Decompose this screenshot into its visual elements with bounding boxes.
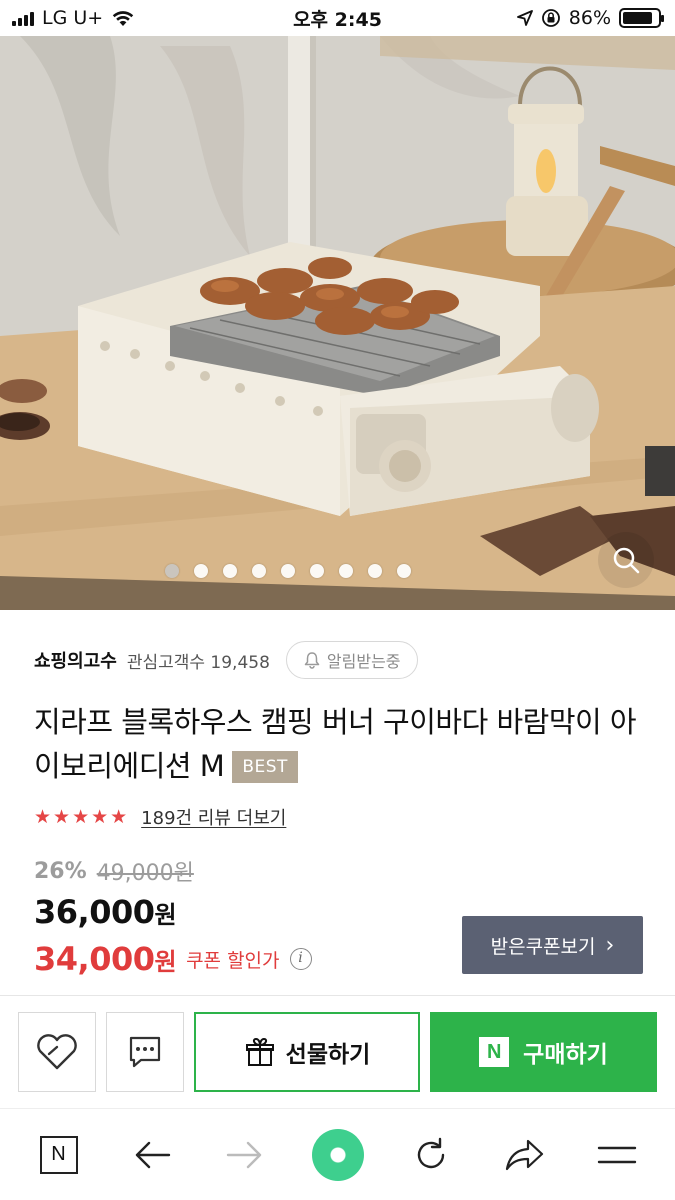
browser-toolbar: N xyxy=(0,1108,675,1200)
divider xyxy=(0,995,675,996)
forward-button[interactable] xyxy=(217,1127,273,1183)
talk-button[interactable] xyxy=(106,1012,184,1092)
share-icon xyxy=(505,1139,543,1170)
signal-icon xyxy=(12,10,34,26)
carousel-dot[interactable] xyxy=(251,564,266,578)
menu-button[interactable] xyxy=(589,1127,645,1183)
star-rating: ★★★★★ xyxy=(34,806,130,828)
notify-label: 알림받는중 xyxy=(326,652,401,671)
coupon-price-amount: 34,000 xyxy=(34,940,155,978)
follower-count: 관심고객수 19,458 xyxy=(126,652,270,673)
buy-button[interactable]: N 구매하기 xyxy=(430,1012,657,1092)
sale-price-unit: 원 xyxy=(154,901,177,929)
product-photo xyxy=(0,36,675,610)
sale-price-amount: 36,000 xyxy=(34,893,155,931)
carousel-dot[interactable] xyxy=(164,564,179,578)
carousel-dot[interactable] xyxy=(396,564,411,578)
wifi-icon xyxy=(112,11,134,26)
notify-button[interactable]: 알림받는중 xyxy=(285,641,418,679)
wishlist-button[interactable] xyxy=(18,1012,96,1092)
location-icon xyxy=(516,10,533,26)
battery-fill xyxy=(623,12,653,24)
naver-n-icon: N xyxy=(479,1037,510,1067)
magnifier-icon xyxy=(613,547,640,574)
coupon-price-unit: 원 xyxy=(154,948,177,976)
rotation-lock-icon xyxy=(541,9,560,27)
review-link[interactable]: 189건 리뷰 더보기 xyxy=(141,804,286,830)
refresh-icon xyxy=(417,1137,444,1168)
status-left: LG U+ xyxy=(12,7,135,29)
gift-icon xyxy=(245,1037,274,1066)
product-image-carousel[interactable] xyxy=(0,36,675,610)
refresh-button[interactable] xyxy=(403,1127,459,1183)
n-home-icon: N xyxy=(39,1135,78,1174)
rating-row: ★★★★★ 189건 리뷰 더보기 xyxy=(34,802,286,832)
discount-rate: 26% xyxy=(34,858,87,884)
carousel-dot[interactable] xyxy=(222,564,237,578)
back-arrow-icon xyxy=(135,1141,170,1168)
n-home-button[interactable]: N xyxy=(31,1127,87,1183)
zoom-button[interactable] xyxy=(598,532,654,588)
heart-icon xyxy=(37,1034,77,1070)
carrier-label: LG U+ xyxy=(42,7,104,29)
menu-icon xyxy=(597,1146,636,1163)
original-price: 49,000원 xyxy=(96,861,194,886)
back-button[interactable] xyxy=(124,1127,180,1183)
store-name-link[interactable]: 쇼핑의고수 xyxy=(34,647,117,673)
store-row: 쇼핑의고수 관심고객수 19,458 알림받는중 xyxy=(34,640,641,680)
gift-button[interactable]: 선물하기 xyxy=(194,1012,420,1092)
coupon-price: 34,000원 xyxy=(34,940,177,978)
product-title: 지라프 블록하우스 캠핑 버너 구이바다 바람막이 아이보리에디션 M BEST xyxy=(34,700,644,788)
green-ball-icon xyxy=(311,1128,364,1181)
forward-arrow-icon xyxy=(226,1141,261,1168)
gift-label: 선물하기 xyxy=(285,1042,371,1068)
view-coupons-label: 받은쿠폰보기 xyxy=(490,935,596,958)
coupon-price-row: 34,000원 쿠폰 할인가 i xyxy=(34,940,312,978)
carousel-dot[interactable] xyxy=(280,564,295,578)
share-button[interactable] xyxy=(496,1127,552,1183)
carousel-dot[interactable] xyxy=(338,564,353,578)
status-right: 86% xyxy=(516,7,664,29)
buy-label: 구매하기 xyxy=(523,1042,608,1068)
carousel-dot[interactable] xyxy=(309,564,324,578)
status-bar: LG U+ 오후 2:45 86% xyxy=(0,0,675,36)
battery-percent: 86% xyxy=(568,7,611,29)
discount-row: 26% 49,000원 xyxy=(34,855,194,887)
purchase-action-bar: 선물하기 N 구매하기 xyxy=(18,1012,657,1092)
carousel-dot[interactable] xyxy=(193,564,208,578)
view-coupons-button[interactable]: 받은쿠폰보기 › xyxy=(462,916,643,974)
info-icon[interactable]: i xyxy=(289,948,312,970)
chat-bubble-icon xyxy=(129,1036,161,1068)
carousel-dot[interactable] xyxy=(367,564,382,578)
bell-icon xyxy=(304,652,320,669)
best-badge: BEST xyxy=(232,751,298,783)
green-dot-button[interactable] xyxy=(310,1127,366,1183)
sale-price: 36,000원 xyxy=(34,893,177,931)
chevron-right-icon: › xyxy=(605,932,615,958)
coupon-label: 쿠폰 할인가 xyxy=(186,949,280,972)
product-title-text: 지라프 블록하우스 캠핑 버너 구이바다 바람막이 아이보리에디션 M xyxy=(34,705,637,783)
battery-icon xyxy=(619,8,664,28)
carousel-dots xyxy=(0,564,675,578)
